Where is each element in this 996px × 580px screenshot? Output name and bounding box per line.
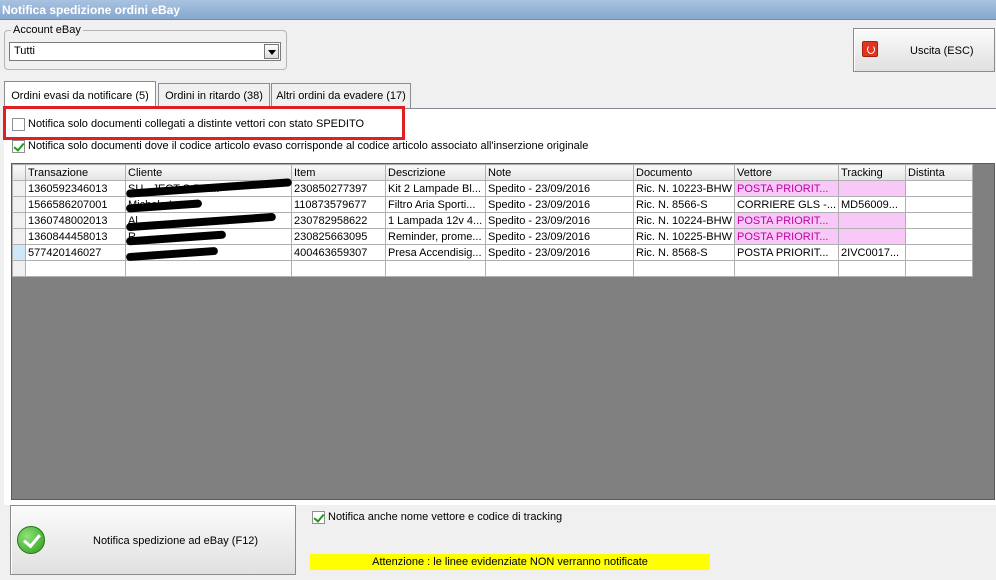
cell-tracking[interactable]: 2IVC0017... bbox=[838, 244, 907, 261]
cell-distinta[interactable] bbox=[905, 212, 974, 229]
cell-transazione[interactable]: 1566586207001 bbox=[25, 196, 126, 213]
row-indicator[interactable] bbox=[12, 244, 26, 261]
row-indicator[interactable] bbox=[12, 228, 26, 245]
cell-empty[interactable] bbox=[25, 260, 126, 277]
cell-descrizione[interactable]: 1 Lampada 12v 4... bbox=[385, 212, 486, 229]
cell-documento[interactable]: Ric. N. 8568-S bbox=[633, 244, 735, 261]
cell-descrizione[interactable]: Kit 2 Lampade Bl... bbox=[385, 180, 486, 197]
cell-empty[interactable] bbox=[905, 260, 974, 277]
cell-empty[interactable] bbox=[291, 260, 386, 277]
annotation-highlight-box bbox=[3, 106, 405, 140]
cell-documento[interactable]: Ric. N. 8566-S bbox=[633, 196, 735, 213]
tab-ordini-ritardo[interactable]: Ordini in ritardo (38) bbox=[158, 83, 270, 108]
cell-descrizione[interactable]: Presa Accendisig... bbox=[385, 244, 486, 261]
cell-descrizione[interactable]: Filtro Aria Sporti... bbox=[385, 196, 486, 213]
cell-documento[interactable]: Ric. N. 10223-BHW bbox=[633, 180, 735, 197]
cell-item[interactable]: 230850277397 bbox=[291, 180, 386, 197]
window-title: Notifica spedizione ordini eBay bbox=[0, 0, 996, 20]
cell-transazione[interactable]: 577420146027 bbox=[25, 244, 126, 261]
row-indicator[interactable] bbox=[12, 212, 26, 229]
cell-tracking[interactable] bbox=[838, 228, 907, 245]
carrier-tracking-label: Notifica anche nome vettore e codice di … bbox=[328, 511, 563, 523]
cell-tracking[interactable]: MD56009... bbox=[838, 196, 907, 213]
cell-distinta[interactable] bbox=[905, 228, 974, 245]
grid-header-documento[interactable]: Documento bbox=[633, 164, 735, 181]
cell-tracking[interactable] bbox=[838, 212, 907, 229]
cell-descrizione[interactable]: Reminder, prome... bbox=[385, 228, 486, 245]
check-circle-icon bbox=[17, 526, 45, 554]
account-legend: Account eBay bbox=[11, 24, 83, 36]
cell-transazione[interactable]: 1360844458013 bbox=[25, 228, 126, 245]
match-code-checkbox[interactable] bbox=[12, 140, 25, 153]
grid-header-transazione[interactable]: Transazione bbox=[25, 164, 126, 181]
cell-transazione[interactable]: 1360592346013 bbox=[25, 180, 126, 197]
cell-item[interactable]: 230782958622 bbox=[291, 212, 386, 229]
grid-header-note[interactable]: Note bbox=[485, 164, 634, 181]
cell-vettore[interactable]: POSTA PRIORIT... bbox=[733, 244, 840, 261]
cell-empty[interactable] bbox=[485, 260, 634, 277]
cell-documento[interactable]: Ric. N. 10225-BHW bbox=[633, 228, 735, 245]
grid-header-row: Transazione Cliente Item Descrizione Not… bbox=[12, 164, 974, 181]
account-select[interactable]: Tutti bbox=[9, 42, 281, 61]
warning-banner: Attenzione : le linee evidenziate NON ve… bbox=[310, 554, 710, 570]
notify-ebay-button-label: Notifica spedizione ad eBay (F12) bbox=[93, 535, 259, 547]
cell-empty[interactable] bbox=[633, 260, 735, 277]
tab-ordini-evasi[interactable]: Ordini evasi da notificare (5) bbox=[4, 81, 156, 108]
row-indicator[interactable] bbox=[12, 180, 26, 197]
grid-header-item[interactable]: Item bbox=[291, 164, 386, 181]
match-code-label: Notifica solo documenti dove il codice a… bbox=[28, 140, 589, 152]
cell-note[interactable]: Spedito - 23/09/2016 bbox=[485, 228, 634, 245]
grid-header-indicator bbox=[12, 164, 26, 181]
tab-altri-ordini[interactable]: Altri ordini da evadere (17) bbox=[271, 83, 411, 108]
cell-vettore[interactable]: CORRIERE GLS -... bbox=[733, 196, 840, 213]
exit-button-label: Uscita (ESC) bbox=[910, 45, 974, 57]
cell-item[interactable]: 400463659307 bbox=[291, 244, 386, 261]
account-group: Account eBay Tutti bbox=[4, 24, 287, 70]
exit-button[interactable]: Uscita (ESC) bbox=[853, 28, 995, 72]
cell-empty[interactable] bbox=[838, 260, 907, 277]
cell-distinta[interactable] bbox=[905, 196, 974, 213]
grid-header-distinta[interactable]: Distinta bbox=[905, 164, 974, 181]
grid-header-cliente[interactable]: Cliente bbox=[125, 164, 292, 181]
cell-distinta[interactable] bbox=[905, 180, 974, 197]
cell-empty[interactable] bbox=[733, 260, 840, 277]
cell-note[interactable]: Spedito - 23/09/2016 bbox=[485, 180, 634, 197]
account-select-value: Tutti bbox=[14, 45, 35, 57]
cell-empty[interactable] bbox=[125, 260, 292, 277]
cell-distinta[interactable] bbox=[905, 244, 974, 261]
cell-note[interactable]: Spedito - 23/09/2016 bbox=[485, 196, 634, 213]
notify-ebay-button[interactable]: Notifica spedizione ad eBay (F12) bbox=[10, 505, 296, 575]
cell-transazione[interactable]: 1360748002013 bbox=[25, 212, 126, 229]
cell-item[interactable]: 110873579677 bbox=[291, 196, 386, 213]
grid-header-vettore[interactable]: Vettore bbox=[733, 164, 840, 181]
cell-vettore[interactable]: POSTA PRIORIT... bbox=[733, 228, 840, 245]
cell-vettore[interactable]: POSTA PRIORIT... bbox=[733, 180, 840, 197]
chevron-down-icon[interactable] bbox=[264, 44, 279, 59]
table-row-empty[interactable] bbox=[12, 260, 974, 277]
row-indicator[interactable] bbox=[12, 196, 26, 213]
cell-empty[interactable] bbox=[385, 260, 486, 277]
cell-vettore[interactable]: POSTA PRIORIT... bbox=[733, 212, 840, 229]
cell-documento[interactable]: Ric. N. 10224-BHW bbox=[633, 212, 735, 229]
grid-header-descrizione[interactable]: Descrizione bbox=[385, 164, 486, 181]
cell-note[interactable]: Spedito - 23/09/2016 bbox=[485, 244, 634, 261]
row-indicator[interactable] bbox=[12, 260, 26, 277]
cell-item[interactable]: 230825663095 bbox=[291, 228, 386, 245]
cell-note[interactable]: Spedito - 23/09/2016 bbox=[485, 212, 634, 229]
power-icon bbox=[862, 41, 878, 57]
carrier-tracking-checkbox[interactable] bbox=[312, 511, 325, 524]
grid-header-tracking[interactable]: Tracking bbox=[838, 164, 907, 181]
cell-tracking[interactable] bbox=[838, 180, 907, 197]
orders-grid-area: Transazione Cliente Item Descrizione Not… bbox=[11, 163, 995, 500]
